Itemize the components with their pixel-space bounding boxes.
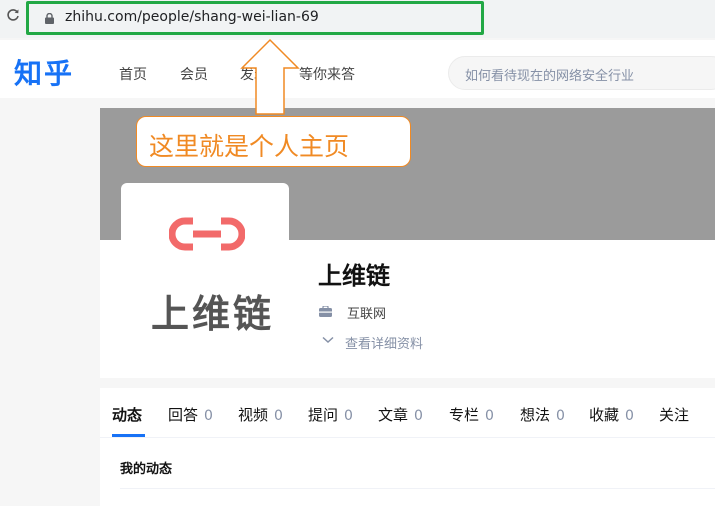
chevron-down-icon xyxy=(322,336,334,344)
lock-icon xyxy=(45,13,54,24)
tab-activity[interactable]: 动态 xyxy=(112,404,142,425)
search-input[interactable]: 如何看待现在的网络安全行业 xyxy=(448,56,715,90)
site-header: 知乎 首页 会员 发现 等你来答 如何看待现在的网络安全行业 xyxy=(0,40,715,98)
tab-thoughts[interactable]: 想法 0 xyxy=(520,404,565,425)
url-text: zhihu.com/people/shang-wei-lian-69 xyxy=(65,9,319,25)
browser-toolbar: zhihu.com/people/shang-wei-lian-69 xyxy=(0,0,715,38)
search-placeholder: 如何看待现在的网络安全行业 xyxy=(465,69,635,84)
view-details-link[interactable]: 查看详细资料 xyxy=(345,333,423,352)
nav-home[interactable]: 首页 xyxy=(119,64,147,84)
tabs-divider xyxy=(100,437,715,438)
profile-tabs-panel: 动态 回答 0 视频 0 提问 0 文章 0 专栏 0 想法 0 收藏 0 关注 我的动态 xyxy=(100,388,715,506)
reload-icon[interactable] xyxy=(6,8,20,22)
tab-questions[interactable]: 提问 0 xyxy=(308,404,353,425)
annotation-up-arrow-icon xyxy=(240,38,300,115)
tab-collections[interactable]: 收藏 0 xyxy=(589,404,634,425)
briefcase-icon xyxy=(319,306,332,317)
avatar[interactable]: 上维链 xyxy=(121,183,289,351)
annotation-callout: 这里就是个人主页 xyxy=(136,116,411,167)
tab-columns[interactable]: 专栏 0 xyxy=(449,404,494,425)
nav-vip[interactable]: 会员 xyxy=(180,64,208,84)
feed-divider xyxy=(120,488,715,489)
tab-videos[interactable]: 视频 0 xyxy=(238,404,283,425)
profile-industry: 互联网 xyxy=(347,307,387,322)
address-bar-extension xyxy=(484,4,715,31)
tab-answers[interactable]: 回答 0 xyxy=(168,404,213,425)
tab-articles[interactable]: 文章 0 xyxy=(378,404,423,425)
my-activity-title: 我的动态 xyxy=(120,462,173,477)
zhihu-logo[interactable]: 知乎 xyxy=(14,52,74,92)
profile-name: 上维链 xyxy=(318,262,390,290)
tab-following[interactable]: 关注 xyxy=(659,404,689,425)
address-bar[interactable]: zhihu.com/people/shang-wei-lian-69 xyxy=(26,1,484,35)
avatar-logo-text: 上维链 xyxy=(151,292,275,336)
annotation-text: 这里就是个人主页 xyxy=(149,132,350,161)
link-logo-icon xyxy=(169,217,245,251)
nav-waiting-answers[interactable]: 等你来答 xyxy=(299,64,355,84)
